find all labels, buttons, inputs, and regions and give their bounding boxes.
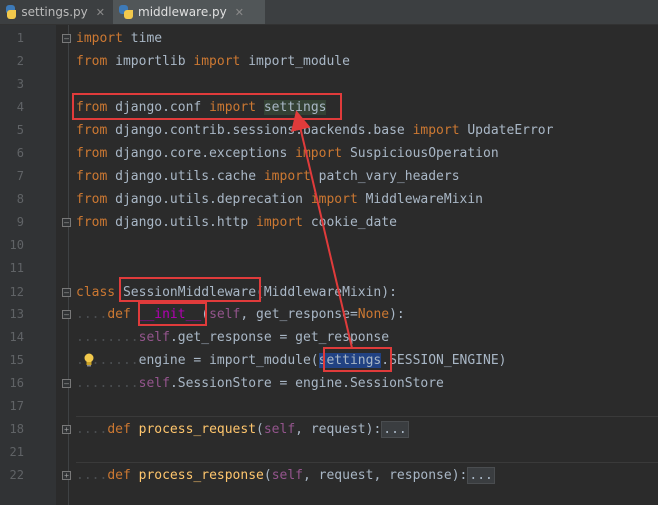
- annotation-arrow: [291, 110, 353, 349]
- fold-expand-icon[interactable]: +: [62, 425, 71, 434]
- fold-collapse-icon[interactable]: –: [62, 379, 71, 388]
- method-separator: [76, 416, 658, 417]
- fold-collapse-icon[interactable]: –: [62, 288, 71, 297]
- fold-collapse-icon[interactable]: –: [62, 310, 71, 319]
- method-separator: [76, 462, 658, 463]
- fold-expand-icon[interactable]: +: [62, 471, 71, 480]
- lightbulb-intention-icon[interactable]: [83, 353, 95, 367]
- fold-collapse-icon[interactable]: –: [62, 218, 71, 227]
- fold-collapse-icon[interactable]: –: [62, 34, 71, 43]
